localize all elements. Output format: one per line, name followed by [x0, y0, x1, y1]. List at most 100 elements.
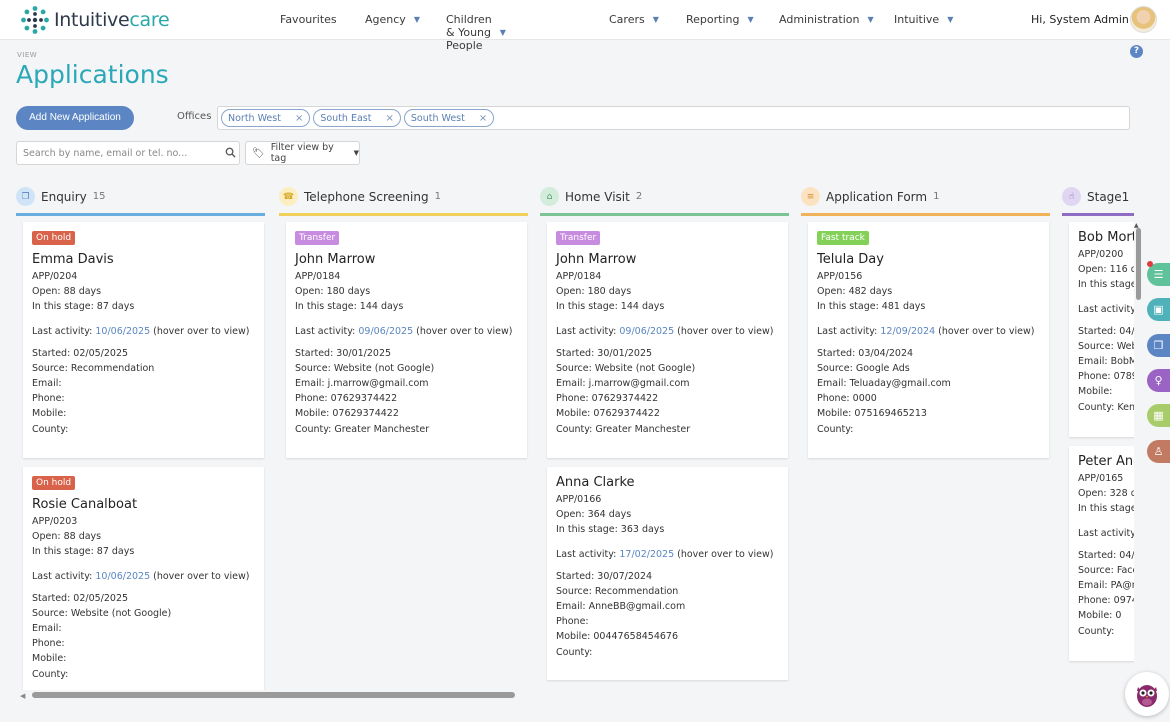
stamp-icon[interactable]: ♙	[1147, 440, 1170, 463]
phone: Phone: 07629374422	[295, 393, 398, 405]
source: Source: Website (not Google)	[295, 362, 435, 374]
open-duration: Open: 328 da	[1078, 488, 1134, 499]
open-duration: Open: 364 days	[556, 509, 632, 520]
phone: Phone: 07629374422	[556, 393, 659, 405]
mobile: Mobile:	[32, 653, 67, 665]
close-icon[interactable]: ×	[295, 113, 303, 124]
search-input[interactable]	[23, 146, 213, 161]
brand-logo[interactable]: Intuitivecare	[20, 5, 170, 35]
open-duration: Open: 116 day	[1078, 264, 1134, 275]
application-card[interactable]: On hold Rosie Canalboat APP/0203 Open: 88 d…	[23, 467, 264, 690]
applicant-name: Bob Morti	[1078, 230, 1134, 245]
county: County: Greater Manchester	[556, 423, 691, 435]
last-activity-date-link[interactable]: 17/02/2025	[619, 549, 674, 560]
nav-item-reporting[interactable]: Reporting ▼	[686, 13, 754, 26]
nav-item-label: Intuitive	[894, 13, 940, 26]
brand-name: Intuitivecare	[54, 9, 170, 31]
status-badge: On hold	[32, 231, 76, 245]
briefcase-icon[interactable]: ▣	[1147, 298, 1170, 321]
county: County: Kent	[1078, 401, 1134, 413]
source: Source: Recommendation	[556, 585, 679, 597]
application-ref: APP/0184	[295, 271, 341, 282]
office-chip-label: South West	[410, 112, 465, 124]
last-activity-date-link[interactable]: 10/06/2025	[95, 326, 150, 337]
applicant-name: Anna Clarke	[556, 475, 635, 490]
filter-label: Filter view by tag	[270, 142, 334, 164]
last-activity-date-link[interactable]: 09/06/2025	[619, 326, 674, 337]
column-count: 2	[635, 191, 643, 202]
thumbs-up-icon: ☝	[1062, 187, 1081, 206]
vertical-scroll-thumb[interactable]	[1136, 228, 1141, 300]
add-new-application-button[interactable]: Add New Application	[16, 106, 134, 130]
last-activity-hint: (hover over to view)	[674, 326, 774, 338]
last-activity-label: Last activity:	[556, 549, 620, 561]
open-duration: Open: 88 days	[32, 286, 102, 297]
avatar[interactable]	[1130, 6, 1157, 33]
horizontal-scrollbar[interactable]: ◀	[16, 692, 1134, 700]
application-ref: APP/0166	[556, 494, 602, 505]
last-activity-label: Last activity:	[295, 326, 359, 338]
view-label: VIEW	[17, 51, 38, 59]
source: Source: Website (not Google)	[32, 607, 172, 619]
application-card[interactable]: Peter And APP/0165 Open: 328 da In this sta…	[1069, 446, 1134, 661]
status-badge: Fast track	[817, 231, 869, 245]
nav-item-administration[interactable]: Administration ▼	[779, 13, 874, 26]
calendar-icon[interactable]: ▦	[1147, 404, 1170, 427]
applicant-name: Rosie Canalboat	[32, 497, 138, 512]
last-activity: Last activity: 09/06/2025 (hover over to…	[556, 324, 779, 339]
phone: Phone:	[32, 638, 65, 650]
nav-item-carers[interactable]: Carers ▼	[609, 13, 659, 26]
phone: Phone: 07898	[1078, 371, 1134, 383]
last-activity-label: Last activity:	[1078, 304, 1134, 316]
last-activity-label: Last activity:	[1078, 528, 1134, 540]
last-activity-date-link[interactable]: 12/09/2024	[880, 326, 935, 337]
last-activity-date-link[interactable]: 10/06/2025	[95, 571, 150, 582]
filter-by-tag-dropdown[interactable]: 🏷︎ Filter view by tag ▼	[245, 141, 360, 165]
started-date: Started: 04/0	[1078, 325, 1134, 337]
application-card[interactable]: On hold Emma Davis APP/0204 Open: 88 days In…	[23, 222, 264, 458]
help-icon[interactable]: ?	[1130, 45, 1143, 58]
open-duration: Open: 88 days	[32, 531, 102, 542]
logo-icon	[21, 6, 49, 34]
nav-item-agency[interactable]: Agency ▼	[365, 13, 420, 26]
offices-multiselect[interactable]: North West × South East × South West ×	[217, 106, 1130, 130]
document-icon[interactable]: ❐	[1147, 334, 1170, 357]
last-activity-date-link[interactable]: 09/06/2025	[358, 326, 413, 337]
search-icon[interactable]	[225, 147, 236, 158]
column-header: ❐ Enquiry 15	[16, 180, 265, 216]
last-activity: Last activity: 09/06/2025 (hover over to…	[295, 324, 518, 339]
status-badge: Transfer	[556, 231, 601, 245]
stage-duration: In this stage: 144 days	[556, 301, 665, 313]
county: County:	[556, 646, 593, 658]
last-activity-hint: (hover over to view)	[150, 326, 250, 338]
applicant-name: Emma Davis	[32, 252, 114, 267]
chevron-down-icon: ▼	[499, 28, 506, 37]
user-greeting[interactable]: Hi, System Admin	[1031, 13, 1129, 26]
nav-item-children-young-people[interactable]: Children & Young People ▼	[446, 13, 506, 52]
close-icon[interactable]: ×	[385, 113, 393, 124]
stage-duration: In this stage: 363 days	[556, 524, 665, 536]
stage-duration: In this stage: 481 days	[817, 301, 926, 313]
owl-assistant-button[interactable]	[1125, 672, 1169, 716]
chevron-down-icon: ▼	[867, 15, 874, 24]
started-date: Started: 30/07/2024	[556, 570, 653, 582]
mobile: Mobile: 00447658454676	[556, 631, 679, 643]
horizontal-scroll-thumb[interactable]	[32, 692, 515, 698]
person-icon[interactable]: ♀	[1147, 369, 1170, 392]
application-ref: APP/0165	[1078, 473, 1124, 484]
nav-item-intuitive[interactable]: Intuitive ▼	[894, 13, 953, 26]
nav-item-favourites[interactable]: Favourites	[280, 13, 337, 26]
mobile: Mobile: 075169465213	[817, 408, 927, 420]
application-ref: APP/0200	[1078, 249, 1124, 260]
nav-item-label: Reporting	[686, 13, 740, 26]
application-card[interactable]: Anna Clarke APP/0166 Open: 364 days In this…	[547, 467, 788, 680]
application-card[interactable]: Transfer John Marrow APP/0184 Open: 180 day…	[547, 222, 788, 458]
scroll-left-arrow-icon[interactable]: ◀	[20, 692, 25, 700]
owl-icon	[1137, 685, 1157, 707]
application-card[interactable]: Fast track Telula Day APP/0156 Open: 482 da…	[808, 222, 1049, 458]
close-icon[interactable]: ×	[479, 113, 487, 124]
application-card[interactable]: Transfer John Marrow APP/0184 Open: 180 day…	[286, 222, 527, 458]
application-card[interactable]: Bob Morti APP/0200 Open: 116 day In this st…	[1069, 222, 1134, 437]
source: Source: Web	[1078, 340, 1134, 352]
nav-item-label: Administration	[779, 13, 860, 26]
